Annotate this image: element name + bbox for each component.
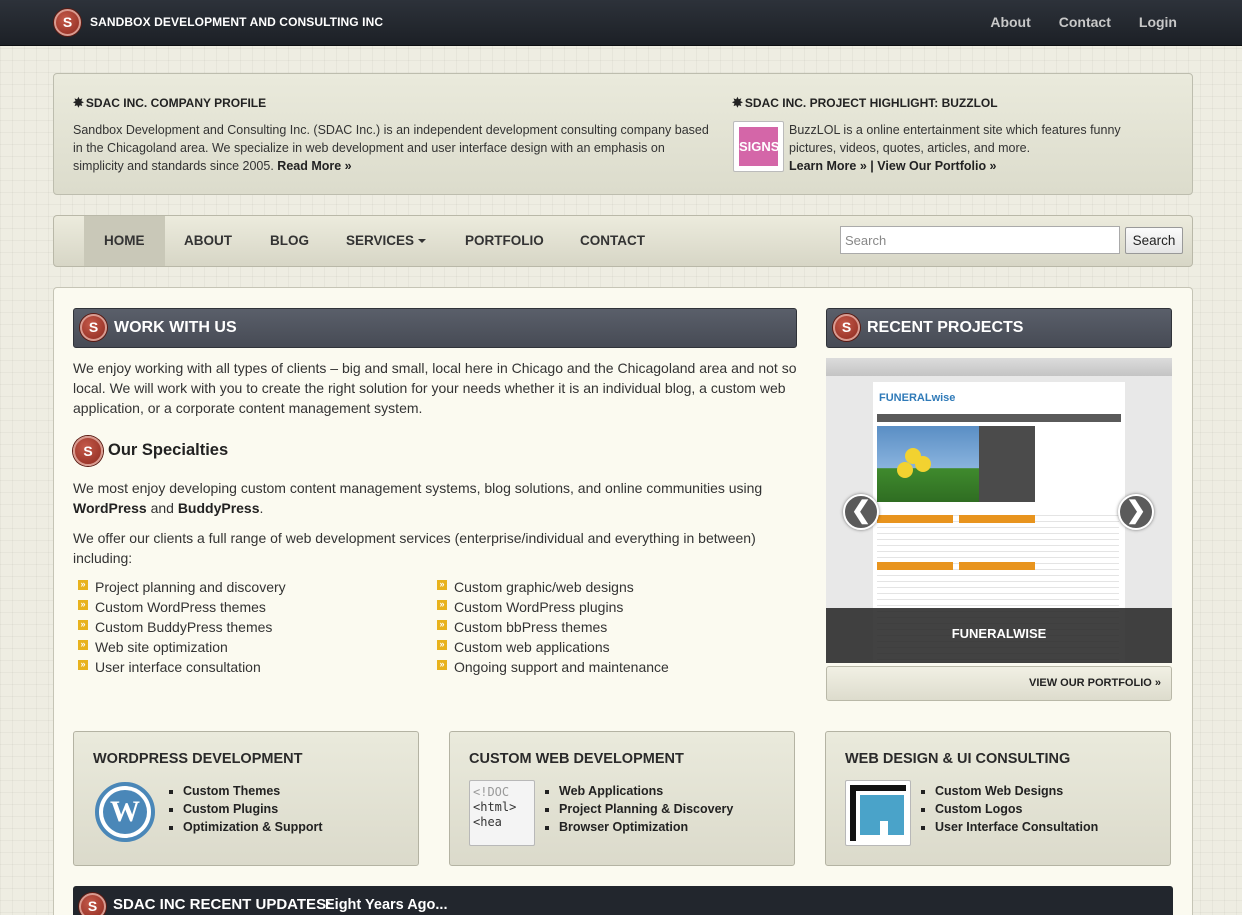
buddypress-text: BuddyPress: [177, 500, 260, 516]
layout-graphic: [850, 785, 906, 841]
section-logo-icon: S: [80, 314, 107, 341]
section-logo-icon: S: [833, 314, 860, 341]
service-list: Custom Themes Custom Plugins Optimizatio…: [183, 782, 323, 836]
updates-title: SDAC INC RECENT UPDATES:: [113, 896, 332, 913]
service-title: WEB DESIGN & UI CONSULTING: [845, 751, 1071, 767]
list-item: Custom graphic/web designs: [434, 577, 774, 597]
site-logo: FUNERALwise: [879, 392, 956, 404]
service-list: Custom Web Designs Custom Logos User Int…: [935, 782, 1098, 836]
profile-panel: ✸ SDAC INC. COMPANY PROFILE Sandbox Devel…: [53, 73, 1193, 195]
project-highlight-title: ✸ SDAC INC. PROJECT HIGHLIGHT: BUZZLOL: [732, 95, 998, 110]
nav-home[interactable]: HOME: [84, 216, 165, 266]
list-item: Ongoing support and maintenance: [434, 657, 774, 677]
orange-heading: [877, 562, 953, 570]
list-item: Custom Plugins: [183, 800, 323, 818]
nav-blog[interactable]: BLOG: [270, 216, 309, 266]
services-list-right: Custom graphic/web designs Custom WordPr…: [434, 577, 774, 677]
search-button[interactable]: Search: [1125, 227, 1183, 254]
orange-heading: [959, 515, 1035, 523]
top-nav: About Contact Login: [990, 14, 1177, 30]
dropdown-caret-icon: [418, 239, 427, 244]
buzzlol-thumbnail[interactable]: SIGNS: [733, 121, 784, 172]
html-code-icon: <!DOC <html> <hea: [469, 780, 535, 846]
recent-projects-header: S RECENT PROJECTS: [826, 308, 1172, 348]
section-logo-icon: S: [73, 436, 103, 466]
signs-thumb-text: SIGNS: [739, 127, 779, 166]
browser-toolbar: [826, 358, 1172, 376]
company-profile-text: Sandbox Development and Consulting Inc. …: [73, 123, 709, 173]
nav-portfolio[interactable]: PORTFOLIO: [465, 216, 544, 266]
list-item: Project planning and discovery: [75, 577, 415, 597]
list-item: Custom Web Designs: [935, 782, 1098, 800]
learn-more-link[interactable]: Learn More »: [789, 159, 867, 173]
service-box-wordpress: WORDPRESS DEVELOPMENT W Custom Themes Cu…: [73, 731, 419, 866]
top-bar: S SANDBOX DEVELOPMENT AND CONSULTING INC…: [0, 0, 1242, 46]
list-item: User Interface Consultation: [935, 818, 1098, 836]
nav-services[interactable]: SERVICES: [346, 216, 427, 266]
service-box-custom-web: CUSTOM WEB DEVELOPMENT <!DOC <html> <hea…: [449, 731, 795, 866]
list-item: Custom BuddyPress themes: [75, 617, 415, 637]
list-item: Custom Themes: [183, 782, 323, 800]
orange-heading: [877, 515, 953, 523]
project-caption[interactable]: FUNERALWISE: [826, 608, 1172, 663]
read-more-link[interactable]: Read More »: [277, 159, 351, 173]
project-highlight-text: BuzzLOL is a online entertainment site w…: [789, 123, 1121, 173]
list-item: Project Planning & Discovery: [559, 800, 733, 818]
work-intro-text: We enjoy working with all types of clien…: [73, 360, 797, 416]
carousel-prev-icon[interactable]: ❮: [843, 494, 879, 530]
flower-image: [877, 426, 979, 502]
search-input[interactable]: [840, 226, 1120, 254]
list-item: Web site optimization: [75, 637, 415, 657]
main-nav: HOME ABOUT BLOG SERVICES PORTFOLIO CONTA…: [53, 215, 1193, 267]
wordpress-icon: W: [95, 782, 155, 842]
star-icon: ✸: [732, 95, 743, 110]
list-item: Custom web applications: [434, 637, 774, 657]
list-item: Custom WordPress plugins: [434, 597, 774, 617]
view-our-portfolio-button[interactable]: VIEW OUR PORTFOLIO »: [826, 666, 1172, 701]
specialties-title: Our Specialties: [108, 441, 229, 459]
service-list: Web Applications Project Planning & Disc…: [559, 782, 733, 836]
layout-icon: [845, 780, 911, 846]
recent-updates-bar: S SDAC INC RECENT UPDATES: Eight Years A…: [73, 886, 1173, 915]
list-item: User interface consultation: [75, 657, 415, 677]
service-title: CUSTOM WEB DEVELOPMENT: [469, 751, 684, 767]
service-title: WORDPRESS DEVELOPMENT: [93, 751, 303, 767]
star-icon: ✸: [73, 95, 84, 110]
brand-name[interactable]: SANDBOX DEVELOPMENT AND CONSULTING INC: [90, 15, 383, 29]
section-logo-icon: S: [79, 893, 106, 915]
list-item: Custom Logos: [935, 800, 1098, 818]
top-nav-login[interactable]: Login: [1139, 14, 1177, 30]
top-nav-about[interactable]: About: [990, 14, 1030, 30]
specialties-paragraph-2: We offer our clients a full range of web…: [73, 530, 756, 566]
orange-heading: [959, 562, 1035, 570]
main-content: S WORK WITH US We enjoy working with all…: [53, 287, 1193, 915]
list-item: Web Applications: [559, 782, 733, 800]
wordpress-text: WordPress: [73, 500, 147, 516]
list-item: Browser Optimization: [559, 818, 733, 836]
services-list-left: Project planning and discovery Custom Wo…: [75, 577, 415, 677]
list-item: Optimization & Support: [183, 818, 323, 836]
specialties-paragraph-1: We most enjoy developing custom content …: [73, 480, 763, 516]
updates-text[interactable]: Eight Years Ago...: [325, 897, 447, 913]
list-item: Custom bbPress themes: [434, 617, 774, 637]
nav-about[interactable]: ABOUT: [184, 216, 232, 266]
site-menu-bar: [877, 414, 1121, 422]
nav-contact[interactable]: CONTACT: [580, 216, 645, 266]
link-separator: |: [870, 159, 874, 173]
company-profile-title: ✸ SDAC INC. COMPANY PROFILE: [73, 95, 267, 110]
brand-logo-icon[interactable]: S: [54, 9, 81, 36]
work-with-us-header: S WORK WITH US: [73, 308, 797, 348]
carousel-next-icon[interactable]: ❯: [1118, 494, 1154, 530]
view-portfolio-link[interactable]: View Our Portfolio »: [877, 159, 996, 173]
hero-text-block: [979, 426, 1035, 502]
top-nav-contact[interactable]: Contact: [1059, 14, 1111, 30]
service-box-design-ui: WEB DESIGN & UI CONSULTING Custom Web De…: [825, 731, 1171, 866]
list-item: Custom WordPress themes: [75, 597, 415, 617]
